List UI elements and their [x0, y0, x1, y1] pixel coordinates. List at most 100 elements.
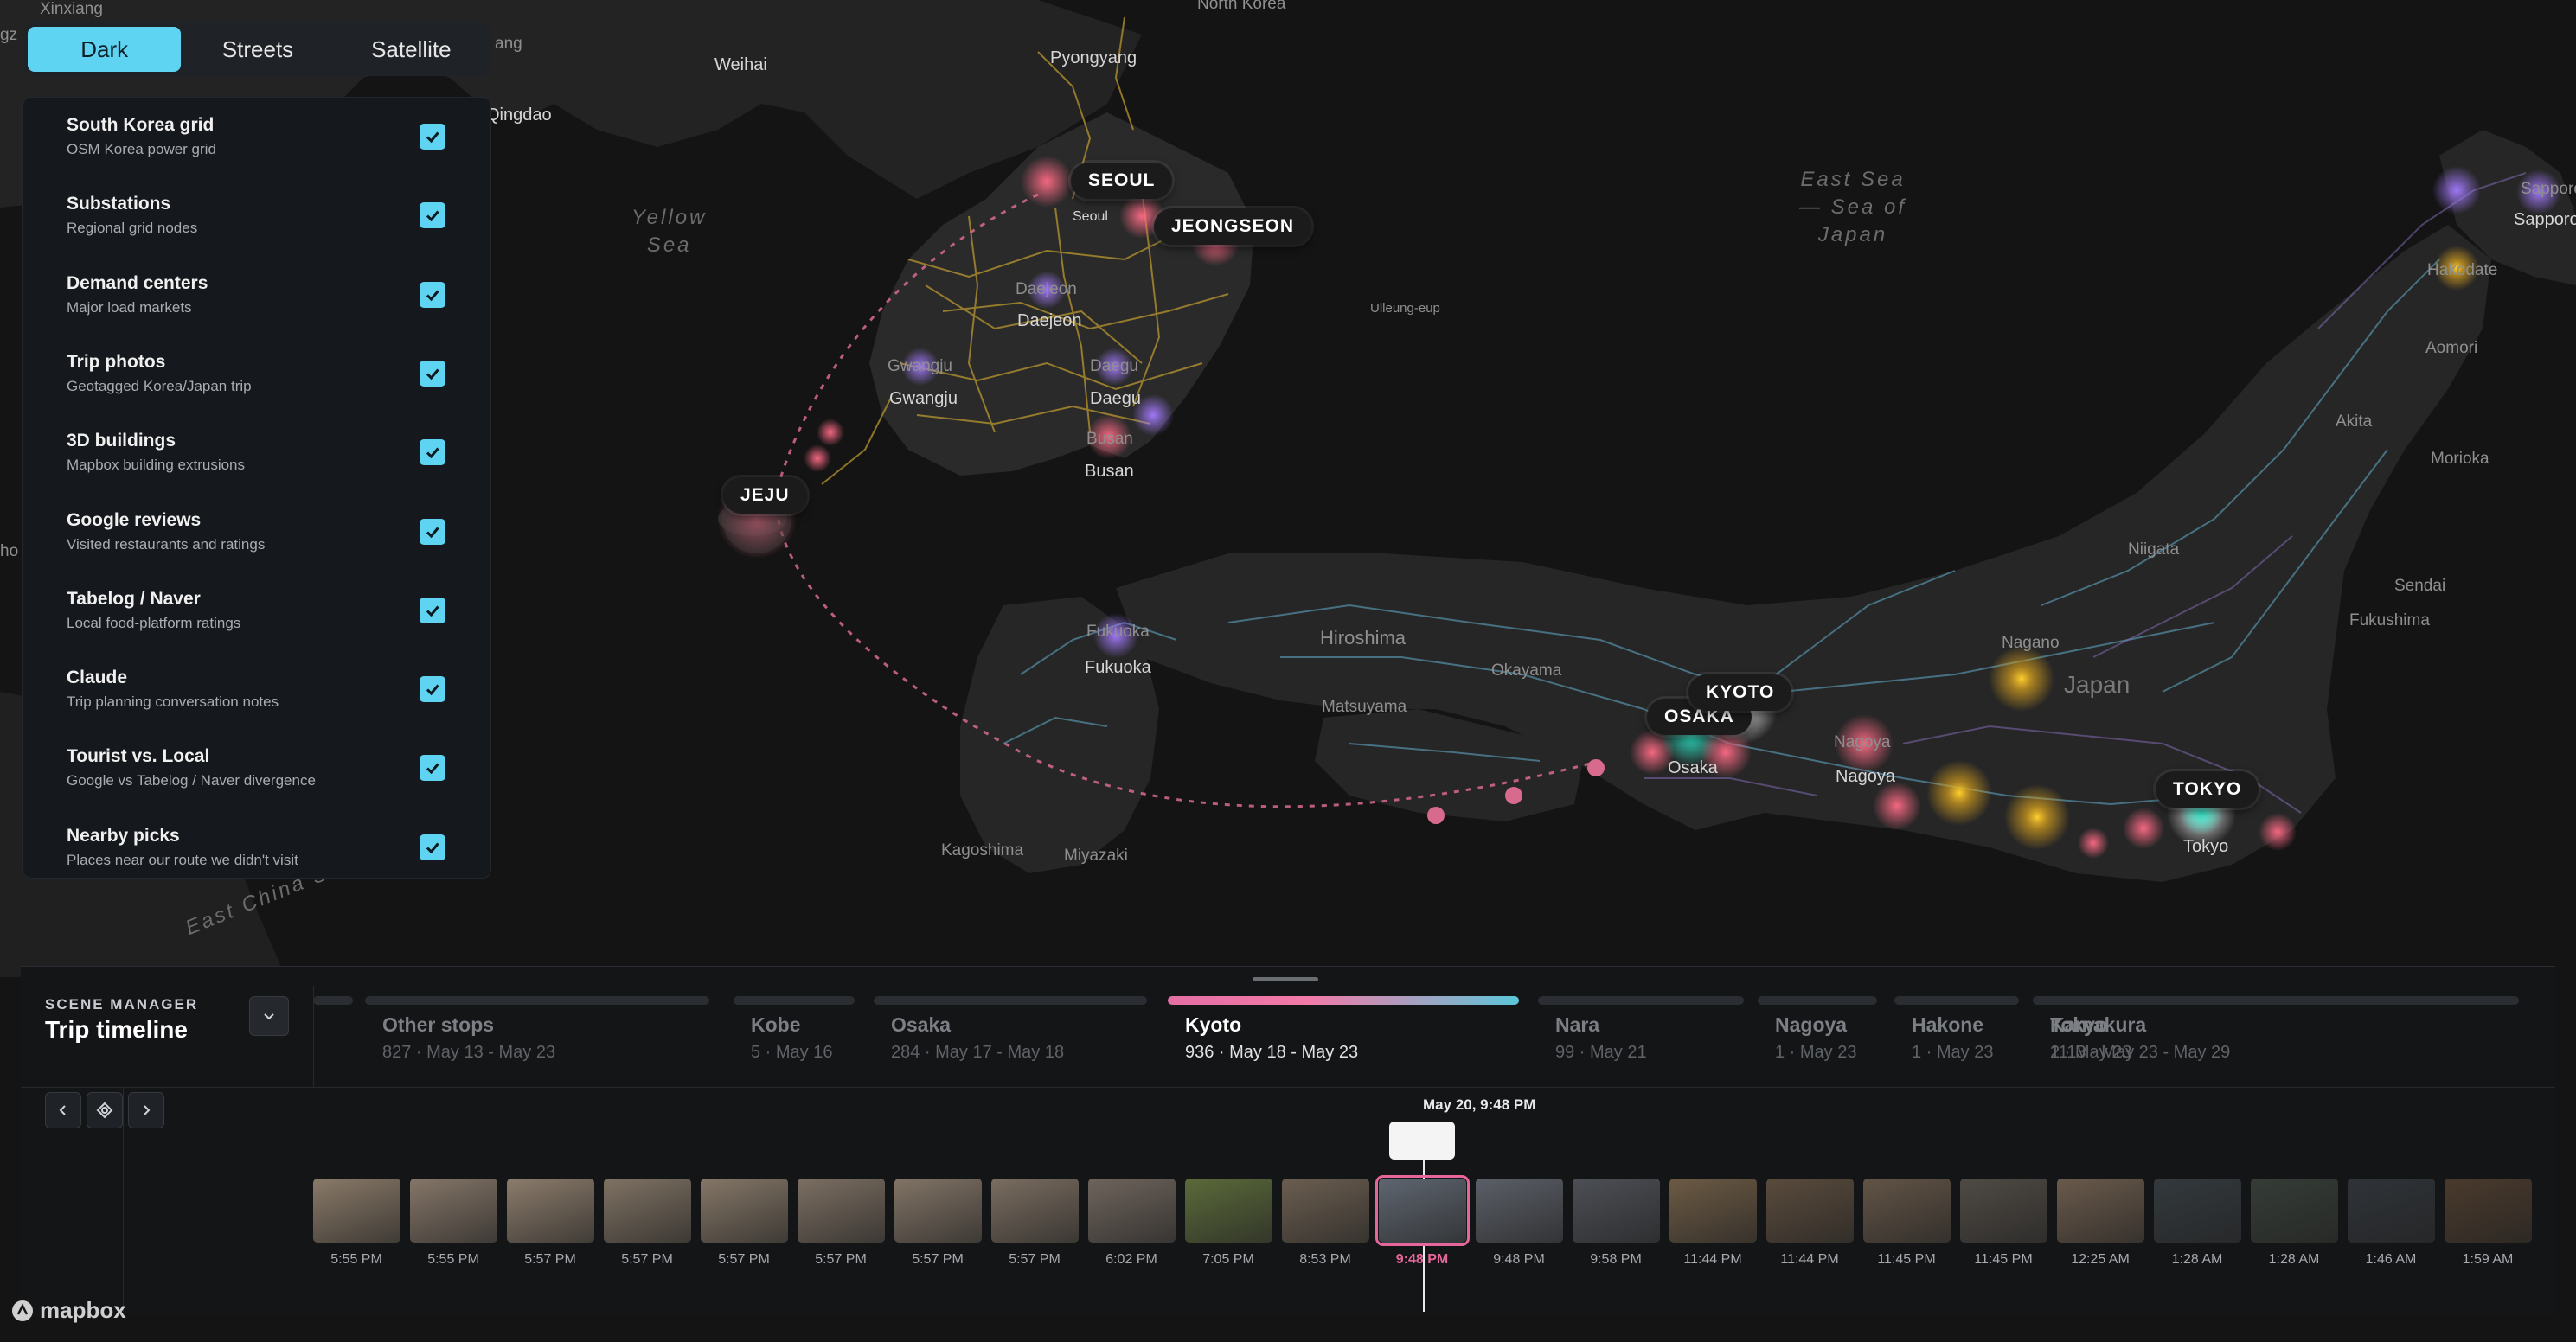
photo-thumbnail[interactable]: [1476, 1179, 1563, 1243]
place-label: Okayama: [1491, 661, 1562, 680]
layer-checkbox[interactable]: [420, 597, 445, 623]
photo-thumbnail[interactable]: [1282, 1179, 1369, 1243]
segment-hakone[interactable]: Hakone 1 · May 23: [1894, 996, 2031, 1065]
segment-name: Nara: [1555, 1013, 1600, 1036]
photo-time: 5:57 PM: [718, 1252, 770, 1267]
segment-bar: [365, 996, 709, 1005]
map-style-switcher: Dark Streets Satellite: [24, 22, 491, 76]
checkmark-icon: [426, 131, 439, 144]
layer-checkbox[interactable]: [420, 202, 445, 229]
photo-thumbnail[interactable]: [1088, 1179, 1176, 1243]
city-callout[interactable]: SEOUL: [1071, 163, 1173, 199]
segment-other-stops[interactable]: Other stops 827 · May 13 - May 23: [365, 996, 721, 1065]
photo-thumbnail[interactable]: [1863, 1179, 1951, 1243]
layer-subtitle: OSM Korea power grid: [67, 141, 216, 157]
photo-thumbnail[interactable]: [1375, 1175, 1470, 1246]
layer-row[interactable]: South Korea grid OSM Korea power grid: [23, 106, 490, 185]
photo-thumbnail[interactable]: [798, 1179, 885, 1243]
segment-bar: [313, 996, 353, 1005]
photo-thumbnail[interactable]: [1960, 1179, 2047, 1243]
layer-row[interactable]: Trip photos Geotagged Korea/Japan trip: [23, 343, 490, 422]
layer-title: Substations: [67, 194, 171, 214]
layer-checkbox[interactable]: [420, 360, 445, 387]
layer-row[interactable]: 3D buildings Mapbox building extrusions: [23, 422, 490, 501]
layer-checkbox[interactable]: [420, 676, 445, 703]
segment-nagoya[interactable]: Nagoya 1 · May 23: [1758, 996, 1889, 1065]
layer-checkbox[interactable]: [420, 755, 445, 782]
city-callout[interactable]: TOKYO: [2156, 771, 2259, 808]
place-label: Busan: [1086, 430, 1133, 448]
segment-osaka[interactable]: Osaka 284 · May 17 - May 18: [874, 996, 1159, 1065]
photo-time: 11:45 PM: [1877, 1252, 1936, 1267]
segment-nara[interactable]: Nara 99 · May 21: [1538, 996, 1756, 1065]
place-label: Qingdao: [486, 105, 552, 125]
layer-checkbox[interactable]: [420, 834, 445, 860]
photo-thumbnail[interactable]: [2057, 1179, 2144, 1243]
photo-thumbnail[interactable]: [2348, 1179, 2435, 1243]
photo-time: 5:55 PM: [330, 1252, 382, 1267]
layer-title: Tabelog / Naver: [67, 588, 201, 609]
panel-resize-handle[interactable]: [1253, 977, 1318, 981]
photo-thumbnail[interactable]: [991, 1179, 1079, 1243]
style-dark-button[interactable]: Dark: [28, 27, 182, 72]
segment-tokyo[interactable]: Tokyo 1113 · May 23 - May 29: [2033, 996, 2531, 1065]
photo-thumbnail[interactable]: [1573, 1179, 1660, 1243]
place-label: North Korea: [1197, 0, 1286, 13]
photo-thumbnail[interactable]: [604, 1179, 691, 1243]
layer-row[interactable]: Substations Regional grid nodes: [23, 185, 490, 264]
layer-row[interactable]: Nearby picks Places near our route we did…: [23, 817, 490, 896]
photo-thumbnail[interactable]: [701, 1179, 788, 1243]
place-label: Fukuoka: [1085, 658, 1151, 677]
place-label: Sendai: [2394, 577, 2446, 595]
layer-title: Nearby picks: [67, 825, 180, 846]
segment-bar: [1168, 996, 1519, 1005]
prev-button[interactable]: [45, 1092, 81, 1128]
layer-checkbox[interactable]: [420, 439, 445, 466]
city-callout[interactable]: KYOTO: [1688, 674, 1792, 711]
layer-row[interactable]: Claude Trip planning conversation notes: [23, 659, 490, 738]
playhead-handle[interactable]: [1389, 1122, 1455, 1160]
place-label: Gwangju: [889, 389, 958, 408]
segment-kobe[interactable]: Kobe 5 · May 16: [734, 996, 867, 1065]
layer-checkbox[interactable]: [420, 281, 445, 308]
photo-thumbnail[interactable]: [313, 1179, 400, 1243]
scene-dropdown-button[interactable]: [249, 996, 289, 1036]
next-button[interactable]: [128, 1092, 164, 1128]
photo-time: 5:57 PM: [621, 1252, 673, 1267]
photo-thumbnail[interactable]: [2251, 1179, 2338, 1243]
photo-thumbnail[interactable]: [1669, 1179, 1757, 1243]
checkmark-icon: [426, 210, 439, 222]
photo-thumbnail[interactable]: [1185, 1179, 1272, 1243]
photo-thumbnail[interactable]: [410, 1179, 497, 1243]
layer-row[interactable]: Tourist vs. Local Google vs Tabelog / Nav…: [23, 738, 490, 816]
layer-subtitle: Major load markets: [67, 298, 192, 316]
city-callout[interactable]: JEJU: [723, 477, 807, 514]
place-label: Aomori: [2425, 339, 2478, 357]
city-callout[interactable]: JEONGSEON: [1154, 208, 1312, 245]
sea-label: Yellow Sea: [631, 206, 708, 257]
segment-kyoto[interactable]: Kyoto 936 · May 18 - May 23: [1168, 996, 1531, 1065]
photo-time: 8:53 PM: [1299, 1252, 1351, 1267]
mapbox-attribution[interactable]: mapbox: [10, 1297, 126, 1324]
segment-name: Kobe: [751, 1013, 801, 1036]
photo-thumbnail[interactable]: [2154, 1179, 2241, 1243]
scene-manager-kicker: SCENE MANAGER: [45, 996, 199, 1013]
segment-name: Nagoya: [1775, 1013, 1848, 1036]
style-satellite-button[interactable]: Satellite: [335, 27, 488, 72]
recenter-button[interactable]: [87, 1092, 123, 1128]
segment-meta: 1113 · May 23 - May 29: [2050, 1043, 2231, 1062]
style-streets-button[interactable]: Streets: [181, 27, 334, 72]
layer-checkbox[interactable]: [420, 124, 445, 150]
photo-thumbnail[interactable]: [1766, 1179, 1854, 1243]
layer-row[interactable]: Demand centers Major load markets: [23, 265, 490, 343]
photo-thumbnail[interactable]: [2445, 1179, 2532, 1243]
playhead-time: May 20, 9:48 PM: [1423, 1096, 1536, 1113]
layer-row[interactable]: Tabelog / Naver Local food-platform ratin…: [23, 580, 490, 659]
photo-thumbnail[interactable]: [507, 1179, 594, 1243]
photo-thumbnail[interactable]: [894, 1179, 982, 1243]
layers-panel: South Korea grid OSM Korea power grid Subs…: [22, 97, 491, 879]
layer-subtitle: Geotagged Korea/Japan trip: [67, 377, 252, 394]
layer-row[interactable]: Google reviews Visited restaurants and ra…: [23, 502, 490, 580]
layer-checkbox[interactable]: [420, 518, 445, 545]
photo-time: 12:25 AM: [2071, 1252, 2130, 1267]
